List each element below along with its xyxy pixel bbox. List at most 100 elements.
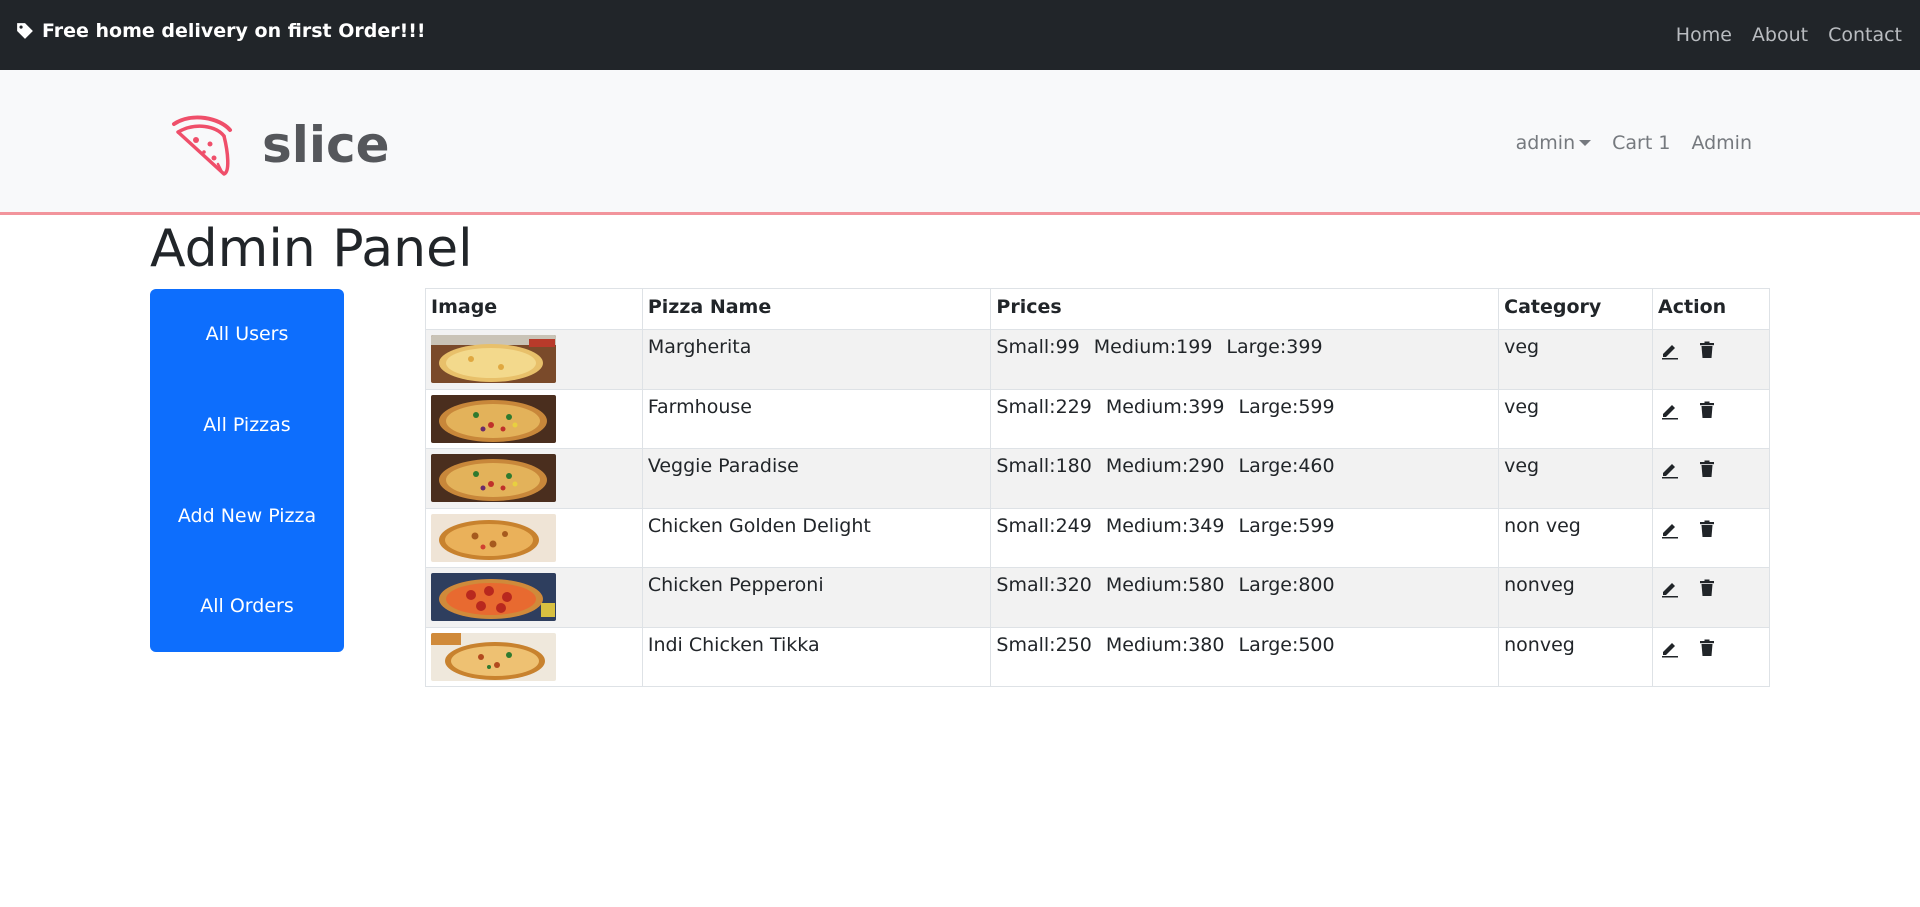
top-nav: Home About Contact [1676, 24, 1902, 46]
cell-actions [1652, 448, 1770, 509]
row-actions [1658, 515, 1764, 539]
cell-actions [1652, 329, 1770, 390]
row-actions [1658, 455, 1764, 479]
price-small: Small:99 [996, 336, 1080, 358]
promo-banner: Free home delivery on first Order!!! [16, 20, 426, 42]
cell-category: veg [1498, 388, 1654, 449]
cell-pizza-name: Farmhouse [641, 388, 992, 449]
edit-icon[interactable] [1660, 578, 1680, 598]
nav-home-link[interactable]: Home [1676, 24, 1732, 46]
price-medium: Medium:290 [1105, 455, 1225, 477]
cell-pizza-name: Indi Chicken Tikka [641, 626, 992, 687]
cell-pizza-name: Chicken Golden Delight [641, 507, 992, 568]
price-medium: Medium:380 [1105, 633, 1225, 656]
cell-category: nonveg [1498, 626, 1654, 687]
edit-icon[interactable] [1660, 519, 1680, 539]
row-actions [1658, 336, 1764, 360]
top-bar: Free home delivery on first Order!!! Hom… [0, 0, 1920, 70]
cell-actions [1652, 626, 1770, 687]
pizza-image [431, 632, 556, 681]
row-actions [1658, 634, 1764, 658]
edit-icon[interactable] [1660, 459, 1680, 479]
pizza-image [431, 394, 556, 443]
trash-icon[interactable] [1697, 400, 1717, 420]
trash-icon[interactable] [1697, 638, 1717, 658]
cell-image [425, 329, 643, 390]
cell-prices: Small:180 Medium:290 Large:460 [990, 448, 1500, 509]
cell-pizza-name: Chicken Pepperoni [641, 567, 992, 628]
pizza-image [431, 573, 556, 621]
pizza-image [431, 335, 556, 383]
cell-image [425, 388, 643, 449]
table-row: Farmhouse Small:229 Medium:399 Large:599 veg [425, 388, 1770, 449]
sidebar-item-all-users[interactable]: All Users [150, 289, 344, 380]
cell-actions [1652, 567, 1770, 628]
cart-link[interactable]: Cart 1 [1612, 132, 1670, 154]
price-small: Small:249 [996, 514, 1092, 537]
pizza-slice-icon [172, 115, 232, 176]
header-image: Image [425, 288, 643, 330]
chevron-down-icon [1579, 140, 1592, 146]
header-action: Action [1652, 288, 1770, 330]
table-row: Margherita Small:99 Medium:199 Large:399 veg [425, 329, 1770, 390]
sidebar-item-add-new-pizza[interactable]: Add New Pizza [150, 471, 344, 562]
row-actions [1658, 574, 1764, 598]
header-pizza-name: Pizza Name [641, 288, 992, 330]
cell-actions [1652, 388, 1770, 449]
cell-prices: Small:249 Medium:349 Large:599 [990, 507, 1500, 568]
admin-link[interactable]: Admin [1691, 132, 1752, 154]
main-nav: admin Cart 1 Admin [1516, 132, 1752, 154]
nav-contact-link[interactable]: Contact [1828, 24, 1902, 46]
cell-image [425, 567, 643, 628]
cell-category: non veg [1498, 507, 1654, 568]
table-header-row: Image Pizza Name Prices Category Action [425, 288, 1770, 330]
table-row: Veggie Paradise Small:180 Medium:290 Large:… [425, 448, 1770, 509]
brand-bar: slice admin Cart 1 Admin [0, 70, 1920, 215]
price-large: Large:800 [1238, 574, 1335, 596]
pizza-image [431, 513, 556, 562]
price-small: Small:229 [996, 395, 1092, 418]
row-actions [1658, 396, 1764, 420]
price-small: Small:180 [996, 455, 1092, 477]
edit-icon[interactable] [1660, 638, 1680, 658]
trash-icon[interactable] [1697, 340, 1717, 360]
price-large: Large:599 [1238, 514, 1335, 537]
pizza-image [431, 454, 556, 502]
edit-icon[interactable] [1660, 340, 1680, 360]
nav-about-link[interactable]: About [1752, 24, 1808, 46]
trash-icon[interactable] [1697, 459, 1717, 479]
cell-prices: Small:250 Medium:380 Large:500 [990, 626, 1500, 687]
table-row: Chicken Pepperoni Small:320 Medium:580 Larg… [425, 567, 1770, 628]
cell-image [425, 626, 643, 687]
price-small: Small:250 [996, 633, 1092, 656]
price-medium: Medium:399 [1105, 395, 1225, 418]
cell-image [425, 448, 643, 509]
trash-icon[interactable] [1697, 519, 1717, 539]
table-row: Indi Chicken Tikka Small:250 Medium:380 Lar… [425, 626, 1770, 687]
pizza-table: Image Pizza Name Prices Category Action … [425, 288, 1770, 687]
price-large: Large:399 [1226, 336, 1323, 358]
sidebar-item-all-pizzas[interactable]: All Pizzas [150, 380, 344, 471]
price-medium: Medium:580 [1105, 574, 1225, 596]
trash-icon[interactable] [1697, 578, 1717, 598]
header-prices: Prices [990, 288, 1500, 330]
price-large: Large:460 [1238, 455, 1335, 477]
user-dropdown[interactable]: admin [1516, 132, 1592, 154]
user-dropdown-label: admin [1515, 132, 1576, 154]
cell-category: veg [1498, 329, 1654, 390]
cell-prices: Small:229 Medium:399 Large:599 [990, 388, 1500, 449]
table-row: Chicken Golden Delight Small:249 Medium:34… [425, 507, 1770, 568]
brand-logo[interactable]: slice [170, 112, 390, 178]
cell-prices: Small:99 Medium:199 Large:399 [990, 329, 1500, 390]
admin-sidebar: All Users All Pizzas Add New Pizza All O… [150, 289, 344, 652]
cell-category: veg [1498, 448, 1654, 509]
sidebar-item-all-orders[interactable]: All Orders [150, 561, 344, 652]
tag-icon [17, 23, 33, 39]
price-small: Small:320 [996, 574, 1092, 596]
cell-pizza-name: Veggie Paradise [641, 448, 992, 509]
edit-icon[interactable] [1660, 400, 1680, 420]
cell-prices: Small:320 Medium:580 Large:800 [990, 567, 1500, 628]
cell-pizza-name: Margherita [641, 329, 992, 390]
cell-image [425, 507, 643, 568]
price-large: Large:599 [1238, 395, 1335, 418]
